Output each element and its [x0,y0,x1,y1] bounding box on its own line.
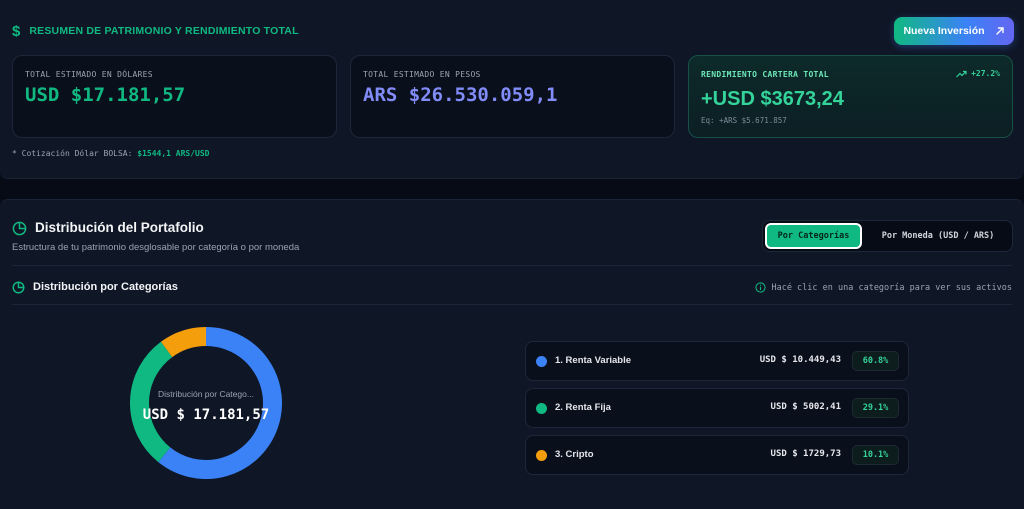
performance-value: +USD $3673,24 [701,88,844,110]
summary-panel: $ RESUMEN DE PATRIMONIO Y RENDIMIENTO TO… [0,0,1024,179]
usd-total-card: TOTAL ESTIMADO EN DÓLARES USD $17.181,57 [12,55,337,138]
donut-center-total: USD $ 17.181,57 [142,407,270,423]
donut-slice-cripto[interactable] [160,327,207,358]
tab-by-categories[interactable]: Por Categorías [765,223,862,249]
exchange-rate-prefix: * Cotización Dólar BOLSA: [12,149,133,158]
tab-by-currency[interactable]: Por Moneda (USD / ARS) [867,223,1009,249]
distribution-view-toggle: Por Categorías Por Moneda (USD / ARS) [762,220,1013,252]
new-investment-button[interactable]: Nueva Inversión [894,17,1014,45]
category-percent-badge: 10.1% [852,445,899,465]
dollar-icon: $ [12,22,21,40]
category-name: 2. Renta Fija [555,402,611,413]
category-percent-badge: 29.1% [852,398,899,418]
categories-hint: Hacé clic en una categoría para ver sus … [755,282,1012,293]
new-investment-label: Nueva Inversión [903,25,985,37]
ars-total-card: TOTAL ESTIMADO EN PESOS ARS $26.530.059,… [350,55,675,138]
performance-change-badge: +27.2% [956,69,1000,78]
performance-equivalent: Eq: +ARS $5.671.857 [701,116,787,125]
donut-slice-renta-variable[interactable] [158,327,282,479]
trending-up-icon [956,70,967,77]
category-amount: USD $ 10.449,43 [759,355,841,365]
info-icon [755,282,767,293]
pie-chart-icon [12,281,25,294]
exchange-rate-value: $1544,1 ARS/USD [137,149,210,158]
category-amount: USD $ 5002,41 [770,402,841,412]
distribution-title: Distribución del Portafolio [35,220,204,235]
performance-label: RENDIMIENTO CARTERA TOTAL [701,70,829,79]
categories-hint-text: Hacé clic en una categoría para ver sus … [771,282,1012,293]
donut-slice-renta-fija[interactable] [130,341,173,463]
donut-center-label: Distribución por Catego... [158,389,254,399]
usd-total-value: USD $17.181,57 [25,84,186,106]
divider [12,265,1012,266]
summary-title: RESUMEN DE PATRIMONIO Y RENDIMIENTO TOTA… [29,25,299,37]
category-color-dot [536,403,547,414]
category-row-cripto[interactable]: 3. Cripto USD $ 1729,73 10.1% [525,435,909,475]
category-color-dot [536,356,547,367]
distribution-panel: Distribución del Portafolio Estructura d… [0,199,1024,509]
summary-header: $ RESUMEN DE PATRIMONIO Y RENDIMIENTO TO… [12,22,299,40]
divider [12,304,1012,305]
distribution-subtitle: Estructura de tu patrimonio desglosable … [12,242,300,253]
performance-change: +27.2% [971,69,1000,78]
category-name: 3. Cripto [555,449,594,460]
performance-card: RENDIMIENTO CARTERA TOTAL +27.2% +USD $3… [688,55,1013,138]
category-amount: USD $ 1729,73 [770,449,841,459]
category-row-renta-fija[interactable]: 2. Renta Fija USD $ 5002,41 29.1% [525,388,909,428]
ars-total-value: ARS $26.530.059,1 [363,84,558,106]
exchange-rate-note: * Cotización Dólar BOLSA: $1544,1 ARS/US… [12,149,210,158]
category-donut-chart [130,327,282,479]
category-color-dot [536,450,547,461]
ars-total-label: TOTAL ESTIMADO EN PESOS [363,70,481,79]
categories-section-title: Distribución por Categorías [33,281,178,293]
arrow-up-right-icon [995,27,1004,35]
category-row-renta-variable[interactable]: 1. Renta Variable USD $ 10.449,43 60.8% [525,341,909,381]
category-percent-badge: 60.8% [852,351,899,371]
usd-total-label: TOTAL ESTIMADO EN DÓLARES [25,70,153,79]
pie-chart-icon [12,221,27,236]
category-name: 1. Renta Variable [555,355,632,366]
